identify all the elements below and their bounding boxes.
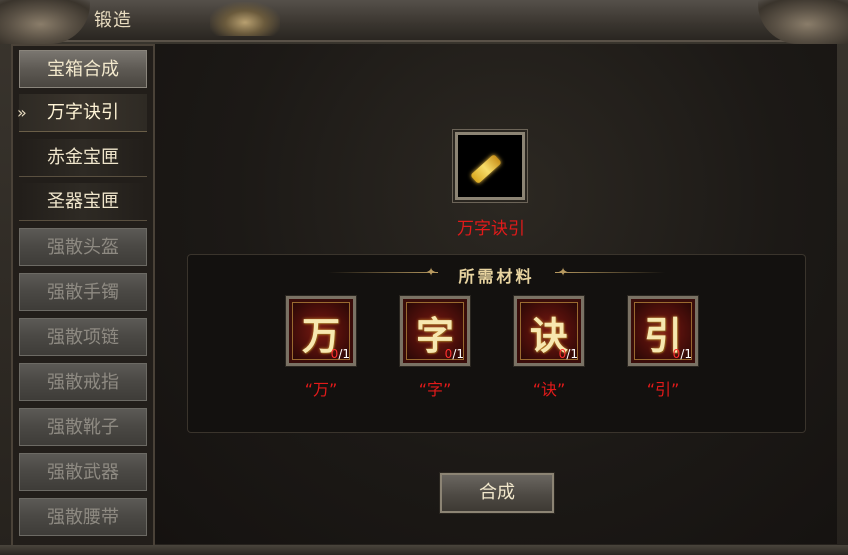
sidebar-item-bracelet[interactable]: 强散手镯 — [19, 273, 147, 311]
bottom-border — [0, 545, 848, 555]
sidebar-item-shengqi-baoxia[interactable]: 圣器宝匣 — [19, 183, 147, 221]
sidebar-item-ring[interactable]: 强散戒指 — [19, 363, 147, 401]
result-item-name: 万字诀引 — [457, 219, 525, 239]
material-slot-yin[interactable]: 引 0/1 — [628, 296, 698, 366]
forge-window: 锻造 宝箱合成 » 万字诀引 赤金宝匣 圣器宝匣 强散头盔 强散手镯 强散项链 … — [0, 0, 848, 555]
sidebar-item-label: 圣器宝匣 — [47, 191, 119, 212]
sidebar-item-label: 强散腰带 — [47, 507, 119, 528]
material-label: “万” — [304, 380, 338, 399]
material-label: “诀” — [532, 380, 566, 399]
sidebar-item-label: 强散手镯 — [47, 282, 119, 303]
divider-right — [555, 272, 665, 273]
material-slot-wan[interactable]: 万 0/1 — [286, 296, 356, 366]
material-need: /1 — [566, 347, 578, 361]
material-need: /1 — [452, 347, 464, 361]
sidebar-item-label: 强散武器 — [47, 462, 119, 483]
title-ornament-icon — [210, 2, 280, 36]
material-need: /1 — [338, 347, 350, 361]
result-item-slot[interactable] — [455, 132, 525, 200]
sidebar-item-label: 强散项链 — [47, 327, 119, 348]
sidebar-item-helmet[interactable]: 强散头盔 — [19, 228, 147, 266]
sidebar-item-wanzi-jueyin[interactable]: » 万字诀引 — [17, 94, 147, 132]
sidebar-item-chijin-baoxia[interactable]: 赤金宝匣 — [19, 139, 147, 177]
sidebar-item-label: 强散靴子 — [47, 417, 119, 438]
material-slot-jue[interactable]: 诀 0/1 — [514, 296, 584, 366]
sidebar-item-label: 赤金宝匣 — [47, 147, 119, 168]
sidebar-item-chest-synthesis[interactable]: 宝箱合成 — [19, 50, 147, 88]
sidebar-item-label: 强散戒指 — [47, 372, 119, 393]
materials-panel: ✦ 所需材料 ✦ 万 0/1 “万” 字 0/1 “字” 诀 0/1 “诀” 引… — [187, 254, 806, 433]
dragon-ornament-left-icon — [0, 0, 90, 44]
title-bar[interactable]: 锻造 — [0, 0, 848, 44]
material-count: 0/1 — [559, 347, 578, 361]
dragon-ornament-right-icon — [758, 0, 848, 44]
sidebar: 宝箱合成 » 万字诀引 赤金宝匣 圣器宝匣 强散头盔 强散手镯 强散项链 强散戒… — [11, 44, 155, 548]
sidebar-item-label: 万字诀引 — [47, 102, 119, 123]
craft-button[interactable]: 合成 — [440, 473, 554, 513]
material-label: “字” — [418, 380, 452, 399]
material-count: 0/1 — [331, 347, 350, 361]
material-label: “引” — [646, 380, 680, 399]
sidebar-item-label: 强散头盔 — [47, 237, 119, 258]
main-panel: 万字诀引 ✦ 所需材料 ✦ 万 0/1 “万” 字 0/1 “字” 诀 0/1 … — [155, 44, 837, 544]
golden-scroll-icon — [470, 153, 502, 185]
window-title: 锻造 — [94, 10, 132, 31]
chevron-right-icon: » — [17, 103, 27, 122]
sidebar-item-label: 宝箱合成 — [47, 59, 119, 80]
material-need: /1 — [680, 347, 692, 361]
materials-title: 所需材料 — [458, 267, 535, 286]
sidebar-item-weapon[interactable]: 强散武器 — [19, 453, 147, 491]
sidebar-item-boots[interactable]: 强散靴子 — [19, 408, 147, 446]
sidebar-item-necklace[interactable]: 强散项链 — [19, 318, 147, 356]
sidebar-item-belt[interactable]: 强散腰带 — [19, 498, 147, 536]
material-count: 0/1 — [445, 347, 464, 361]
material-slot-zi[interactable]: 字 0/1 — [400, 296, 470, 366]
material-count: 0/1 — [673, 347, 692, 361]
